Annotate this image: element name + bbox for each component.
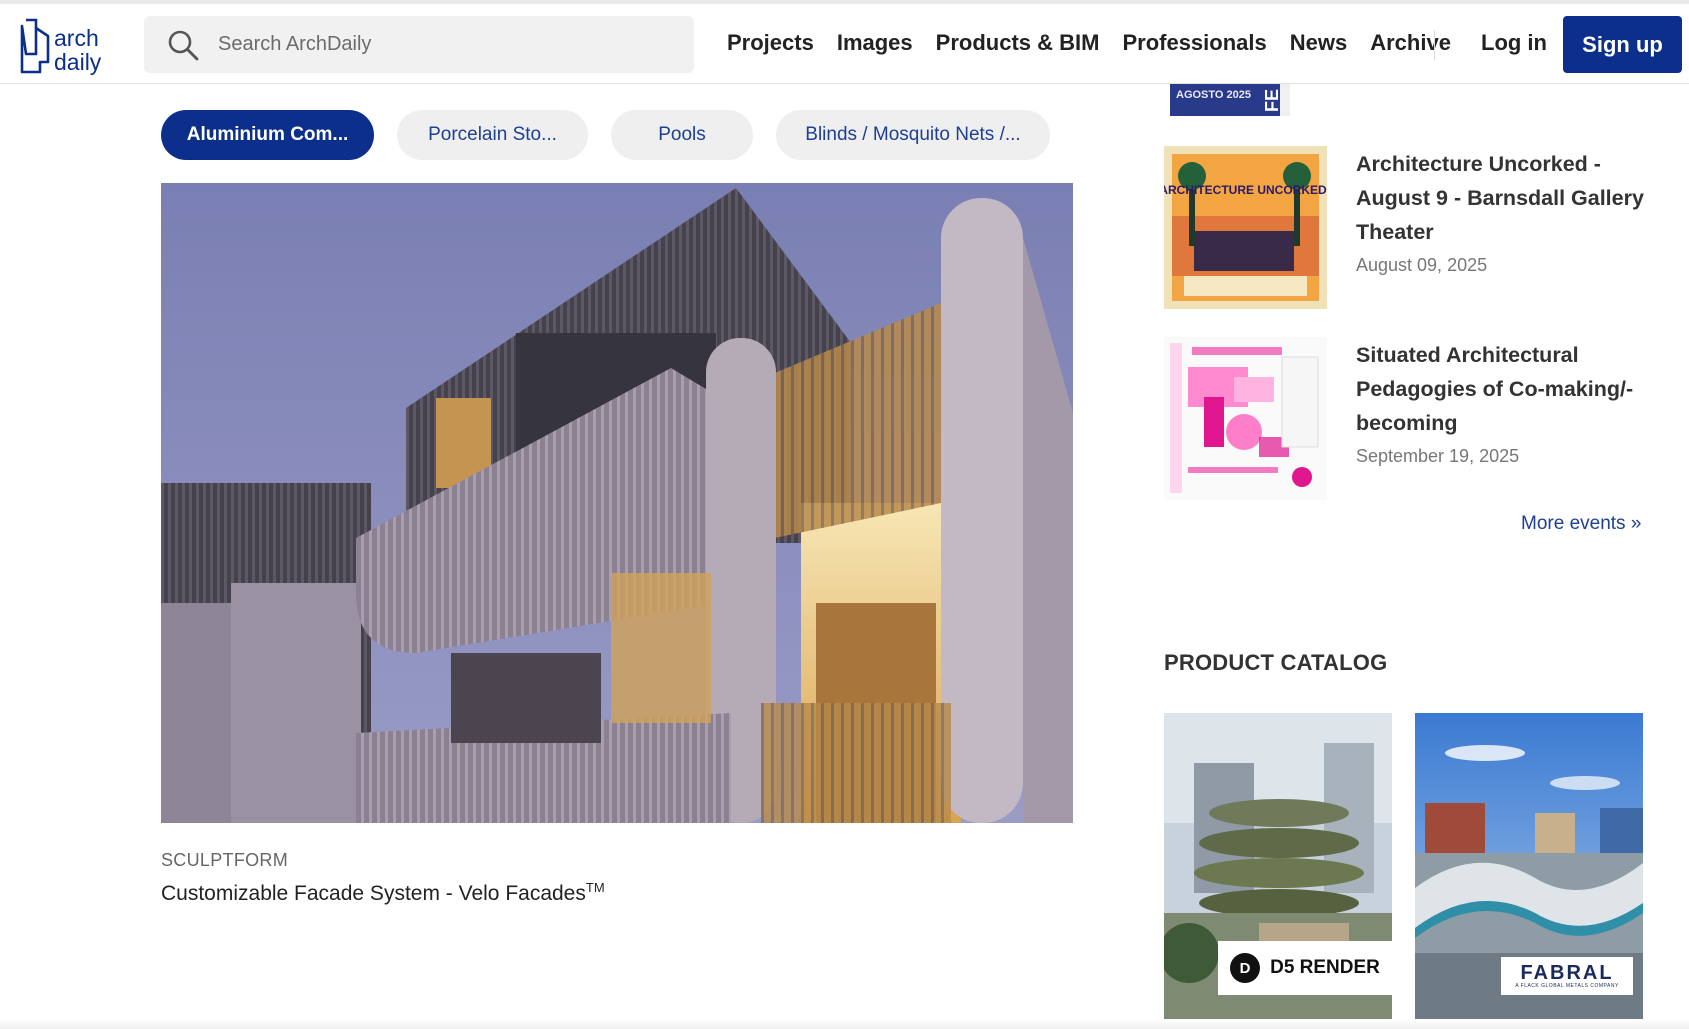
filter-chip-blinds[interactable]: Blinds / Mosquito Nets /... [776,110,1050,160]
login-link[interactable]: Log in [1481,30,1547,56]
trademark-mark: TM [585,880,605,895]
fabral-tagline: A FLACK GLOBAL METALS COMPANY [1515,983,1619,989]
filter-chip-pools[interactable]: Pools [611,110,753,160]
product-title[interactable]: Customizable Facade System - Velo Facade… [161,880,605,906]
event-date-situated-pedagogies: September 19, 2025 [1356,446,1520,466]
fabral-badge: FABRAL A FLACK GLOBAL METALS COMPANY [1501,957,1633,995]
nav-divider [1434,30,1435,60]
site-header: arch daily Projects Images Products & BI… [0,4,1689,84]
catalog-card-d5-render[interactable]: D D5 RENDER [1164,713,1392,1019]
page-bottom-edge [0,1019,1689,1029]
search-input[interactable] [218,33,658,56]
event-title-situated-pedagogies[interactable]: Situated Architectural Pedagogies of Co-… [1356,338,1656,440]
filter-chip-aluminium[interactable]: Aluminium Com... [161,110,374,160]
search-bar[interactable] [144,16,694,73]
nav-news[interactable]: News [1290,30,1347,56]
product-brand[interactable]: SCULPTFORM [161,850,288,871]
product-catalog-heading: PRODUCT CATALOG [1164,650,1388,675]
event-title-architecture-uncorked[interactable]: Architecture Uncorked - August 9 - Barns… [1356,147,1656,249]
svg-text:ARCHITECTURE UNCORKED!: ARCHITECTURE UNCORKED! [1164,183,1327,197]
event-thumbnail-situated-pedagogies[interactable] [1164,337,1327,500]
archdaily-logo[interactable]: arch daily [16,14,116,76]
svg-text:arch: arch [54,25,99,51]
nav-professionals[interactable]: Professionals [1122,30,1266,56]
d5-render-logo-icon: D [1230,953,1261,983]
product-image[interactable] [161,183,1073,823]
product-title-text: Customizable Facade System - Velo Facade… [161,882,586,905]
main-nav: Projects Images Products & BIM Professio… [727,30,1474,56]
search-icon [166,28,200,62]
catalog-card-fabral[interactable]: FABRAL A FLACK GLOBAL METALS COMPANY [1415,713,1643,1019]
nav-projects[interactable]: Projects [727,30,814,56]
archdaily-logo-icon: arch daily [20,18,102,75]
svg-text:FE: FE [1262,89,1282,112]
svg-text:daily: daily [54,49,102,75]
signup-button[interactable]: Sign up [1563,16,1682,73]
event-date-architecture-uncorked: August 09, 2025 [1356,255,1488,275]
more-events-link[interactable]: More events » [1521,513,1641,535]
nav-archive[interactable]: Archive [1370,30,1451,56]
event-thumbnail-top[interactable]: AGOSTO 2025 FE [1170,84,1290,116]
nav-images[interactable]: Images [837,30,913,56]
filter-chip-porcelain[interactable]: Porcelain Sto... [397,110,588,160]
event-thumbnail-architecture-uncorked[interactable]: ARCHITECTURE UNCORKED! [1164,146,1327,309]
nav-products-bim[interactable]: Products & BIM [936,30,1100,56]
fabral-logo-label: FABRAL [1520,962,1614,984]
svg-text:AGOSTO 2025: AGOSTO 2025 [1176,89,1251,101]
d5-render-label: D5 RENDER [1270,957,1380,978]
d5-render-badge: D D5 RENDER [1218,941,1392,995]
